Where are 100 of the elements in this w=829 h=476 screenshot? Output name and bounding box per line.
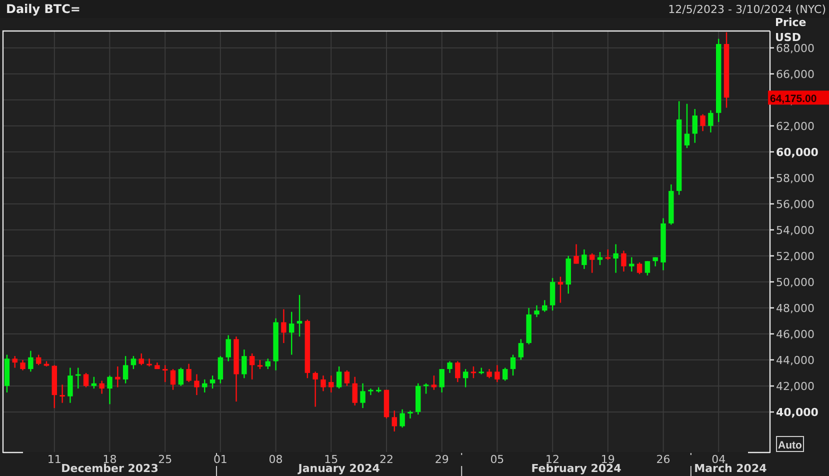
- axis-label: 29: [434, 453, 449, 466]
- candlestick: [44, 361, 50, 366]
- candlestick: [138, 353, 144, 366]
- candlestick: [360, 383, 366, 408]
- candlestick: [400, 409, 405, 428]
- last-price-marker: 64,175.00: [768, 90, 829, 106]
- candlestick: [423, 383, 429, 394]
- axis-title: Price USD: [775, 16, 806, 44]
- candlestick: [249, 353, 255, 380]
- candlestick: [312, 372, 318, 407]
- candlestick: [462, 369, 468, 388]
- candlestick: [4, 354, 10, 392]
- candlestick: [20, 360, 26, 370]
- candlestick: [613, 244, 618, 273]
- axis-label: 26: [656, 453, 670, 466]
- candlestick: [281, 309, 286, 344]
- month-label: December 2023: [61, 462, 158, 475]
- candlestick: [289, 312, 294, 355]
- candlestick: [91, 376, 97, 389]
- candlestick: [494, 365, 500, 382]
- axis-label: 60,000: [776, 146, 818, 159]
- candlestick: [170, 369, 176, 390]
- axis-label: 01: [213, 453, 228, 466]
- candlestick: [226, 335, 231, 362]
- axis-label: 66,000: [776, 68, 814, 81]
- candlestick: [455, 361, 460, 382]
- candlestick: [83, 372, 89, 388]
- candlestick: [178, 368, 184, 386]
- candlestick: [304, 320, 310, 378]
- candlestick: [265, 358, 270, 370]
- candlestick: [352, 376, 358, 406]
- candlestick: [12, 356, 18, 368]
- candlestick: [692, 109, 698, 143]
- axis-label: 44,000: [776, 354, 814, 367]
- candlestick: [154, 362, 160, 370]
- candlestick: [122, 356, 128, 384]
- candlestick: [408, 410, 413, 418]
- candlestick: [336, 366, 342, 389]
- candlestick: [186, 364, 192, 382]
- candlestick: [700, 114, 706, 132]
- candlestick: [162, 365, 168, 382]
- candlestick: [384, 390, 390, 418]
- candlestick: [115, 366, 120, 388]
- candlestick: [636, 262, 642, 274]
- candlestick: [431, 376, 437, 390]
- candlestick: [218, 356, 224, 384]
- candlestick: [558, 276, 564, 303]
- candlestick: [68, 368, 73, 403]
- candlestick: [376, 387, 382, 392]
- axis-label: 58,000: [776, 172, 814, 185]
- axis-label: 54,000: [776, 224, 814, 237]
- axis-label: 62,000: [776, 120, 814, 133]
- candlestick: [130, 356, 136, 370]
- candlestick: [589, 253, 595, 273]
- candlestick: [194, 374, 200, 396]
- axis-label: 08: [268, 453, 283, 466]
- candlestick: [605, 249, 610, 260]
- candlestick: [708, 110, 714, 132]
- candlestick: [470, 366, 476, 378]
- candlestick: [210, 376, 216, 389]
- axis-label: 46,000: [776, 328, 814, 341]
- candlestick: [597, 252, 603, 266]
- candlestick: [257, 360, 263, 370]
- candlestick: [60, 384, 65, 403]
- candlestick: [344, 370, 350, 386]
- axis-label: 52,000: [776, 250, 814, 263]
- axis-label: 11: [47, 453, 62, 466]
- candlestick: [36, 354, 42, 366]
- candlestick: [392, 410, 398, 432]
- candlestick: [534, 305, 540, 318]
- axis-label: 50,000: [776, 276, 814, 289]
- candlestick: [684, 104, 690, 148]
- axis-label: 05: [490, 453, 504, 466]
- candlestick: [242, 350, 247, 378]
- chart-title: Daily BTC=: [6, 2, 80, 16]
- axis-label: 68,000: [776, 42, 814, 55]
- candlestick: [320, 376, 326, 392]
- candlestick: [582, 249, 587, 269]
- candlestick: [621, 250, 626, 272]
- candlestick: [146, 358, 152, 366]
- candlestick: [550, 278, 556, 311]
- candlestick: [107, 376, 112, 404]
- candlestick: [652, 257, 658, 266]
- month-label: February 2024: [531, 462, 622, 475]
- candlestick: [644, 261, 650, 276]
- candlestick: [439, 369, 444, 392]
- auto-button[interactable]: Auto: [776, 436, 804, 452]
- candlestick: [502, 368, 508, 381]
- date-range: 12/5/2023 - 3/10/2024 (NYC): [668, 2, 826, 16]
- candlestick: [296, 294, 302, 337]
- candlestick: [518, 339, 524, 360]
- axis-label: 40,000: [776, 406, 818, 419]
- candlestick: [28, 350, 34, 372]
- candlestick: [99, 380, 104, 394]
- candlestick: [273, 318, 278, 370]
- candlestick: [368, 388, 374, 396]
- candlestick: [668, 184, 674, 225]
- candlestick: [202, 379, 208, 392]
- candlestick: [526, 308, 532, 344]
- axis-label: 48,000: [776, 302, 814, 315]
